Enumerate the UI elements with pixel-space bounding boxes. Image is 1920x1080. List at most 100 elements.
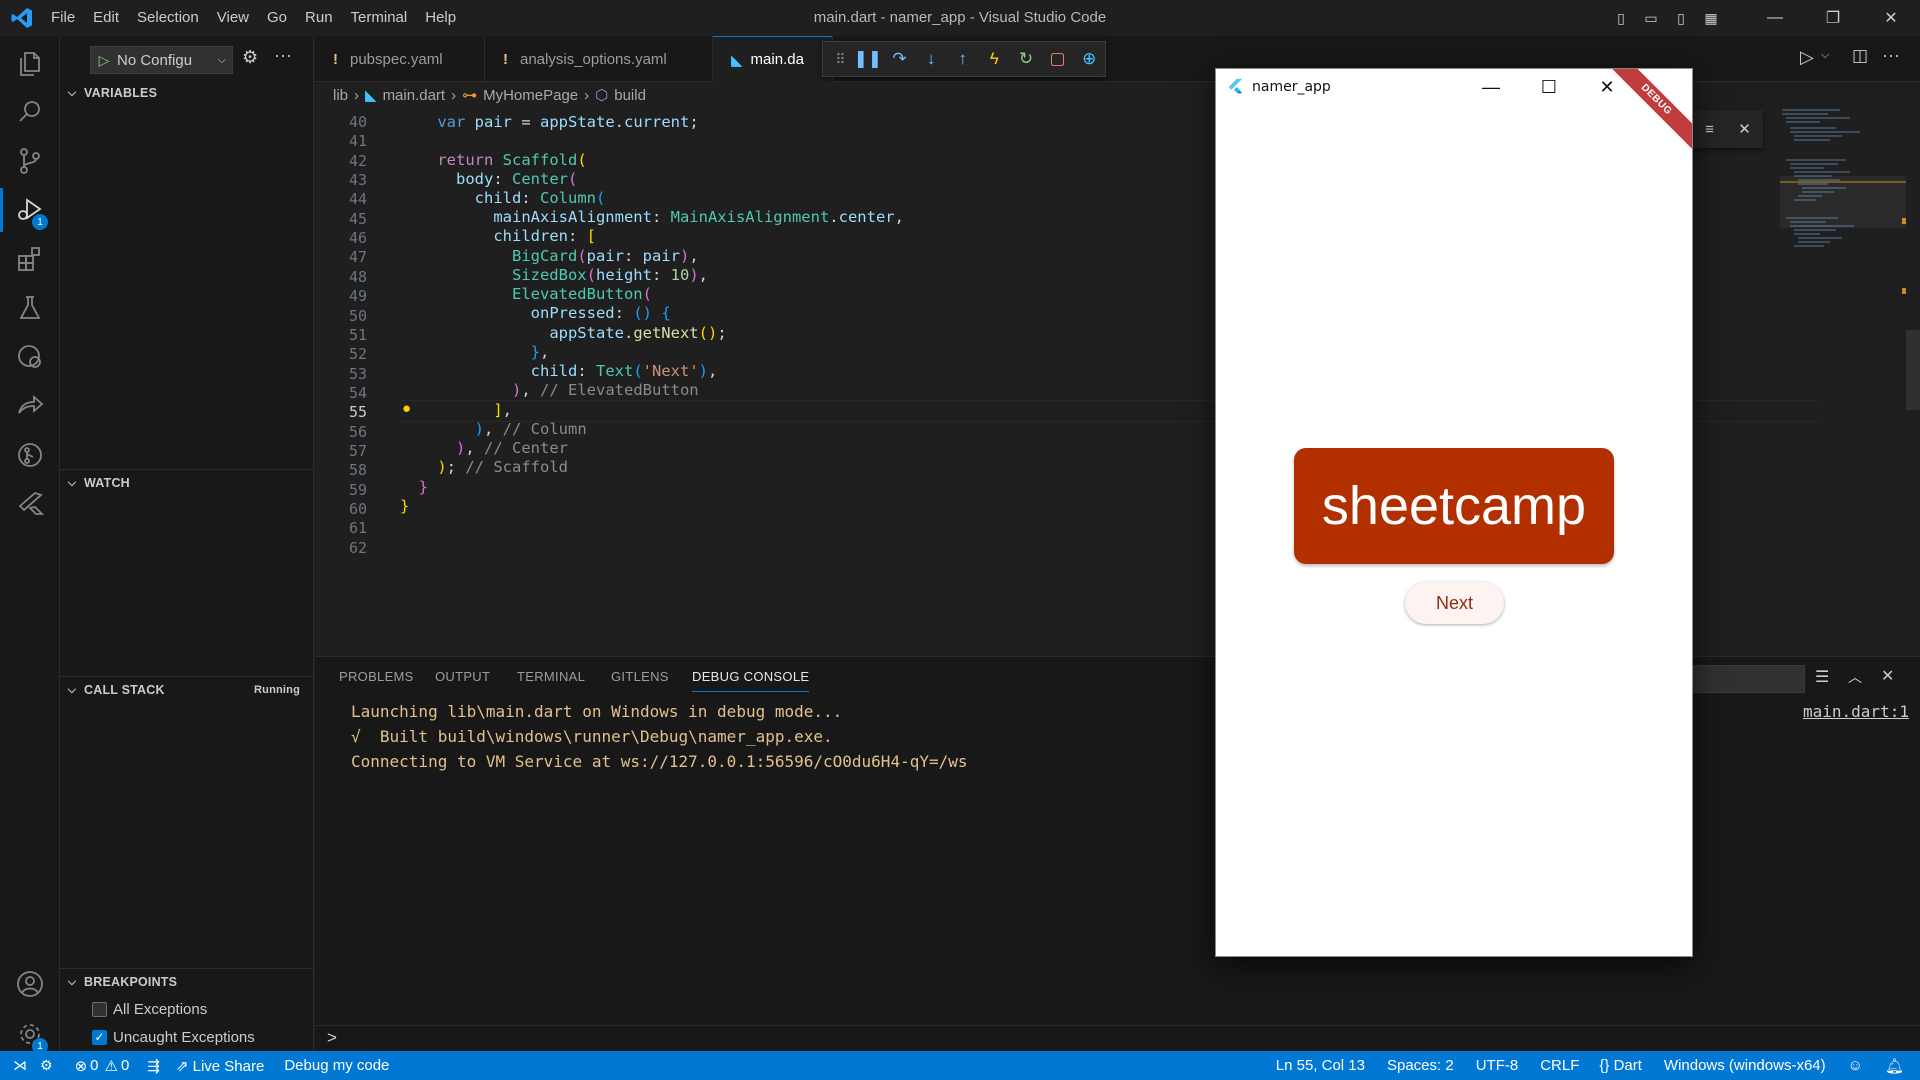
debug-settings-gear-icon[interactable]: ⚙ <box>242 47 258 68</box>
remote-icon[interactable]: ⋊ <box>0 1057 40 1074</box>
dart-file-icon: ◣ <box>731 51 743 69</box>
menu-selection[interactable]: Selection <box>128 0 208 36</box>
breadcrumb-item[interactable]: lib <box>333 87 348 104</box>
restart-icon[interactable]: ↻ <box>1010 49 1042 69</box>
tab-pubspec[interactable]: ! pubspec.yaml <box>315 36 485 82</box>
search-icon[interactable] <box>0 84 60 140</box>
stop-icon[interactable]: ▢ <box>1042 49 1074 69</box>
panel-tab-gitlens[interactable]: GITLENS <box>611 669 669 684</box>
line-ending[interactable]: CRLF <box>1540 1057 1579 1074</box>
toggle-replace-icon[interactable]: ≡ <box>1705 121 1714 138</box>
toggle-panel-icon[interactable]: ▭ <box>1636 3 1666 33</box>
hot-reload-icon[interactable]: ϟ <box>979 49 1011 69</box>
line-number: 57 <box>348 441 367 460</box>
watch-section-header[interactable]: ⌵ WATCH <box>60 472 314 494</box>
line-number: 53 <box>348 364 367 383</box>
console-input[interactable]: > <box>315 1025 1920 1052</box>
close-panel-icon[interactable]: ✕ <box>1881 666 1894 686</box>
chevron-down-icon: ⌵ <box>67 975 77 988</box>
pause-icon[interactable]: ❚❚ <box>852 49 884 69</box>
debug-status-icon[interactable]: ⚙ <box>40 1057 53 1074</box>
flutter-icon[interactable] <box>0 476 60 532</box>
testing-icon[interactable] <box>0 280 60 336</box>
menu-terminal[interactable]: Terminal <box>342 0 417 36</box>
broadcast-icon[interactable]: ⇶ <box>147 1057 160 1075</box>
menu-view[interactable]: View <box>208 0 258 36</box>
indentation[interactable]: Spaces: 2 <box>1387 1057 1454 1074</box>
panel-tab-terminal[interactable]: TERMINAL <box>517 669 585 684</box>
drag-handle-icon[interactable]: ⠿ <box>829 51 852 68</box>
breakpoint-all-exceptions[interactable]: All Exceptions <box>92 998 207 1020</box>
next-button[interactable]: Next <box>1405 582 1504 624</box>
minimize-icon[interactable]: — <box>1746 0 1804 36</box>
close-icon[interactable]: ✕ <box>1862 0 1920 36</box>
live-share-status[interactable]: ⇗ Live Share <box>176 1057 264 1075</box>
account-icon[interactable] <box>0 956 60 1012</box>
chevron-down-icon: ⌵ <box>67 683 77 696</box>
clear-console-icon[interactable]: ☰ <box>1815 667 1829 687</box>
run-config-select[interactable]: ▷ No Configu ⌵ <box>90 46 233 74</box>
panel-tab-debug-console[interactable]: DEBUG CONSOLE <box>692 669 810 692</box>
source-link[interactable]: main.dart:1 <box>1803 702 1909 721</box>
breadcrumb-item[interactable]: MyHomePage <box>483 87 578 104</box>
app-minimize-icon[interactable]: — <box>1462 69 1520 105</box>
step-over-icon[interactable]: ↷ <box>884 49 916 69</box>
menu-help[interactable]: Help <box>416 0 465 36</box>
tab-main-dart[interactable]: ◣ main.da <box>713 36 833 82</box>
source-control-icon[interactable] <box>0 133 60 189</box>
remote-explorer-icon[interactable] <box>0 329 60 385</box>
minimap[interactable] <box>1780 108 1906 408</box>
console-filter-input[interactable] <box>1693 665 1805 693</box>
more-actions-icon[interactable]: ··· <box>274 45 292 66</box>
restore-icon[interactable]: ❐ <box>1804 0 1862 36</box>
chevron-down-icon[interactable]: ⌵ <box>1821 49 1829 62</box>
live-share-icon[interactable] <box>0 378 60 434</box>
cursor-position[interactable]: Ln 55, Col 13 <box>1276 1057 1365 1074</box>
maximize-panel-icon[interactable]: ︿ <box>1848 667 1862 687</box>
more-actions-icon[interactable]: ··· <box>1882 45 1900 66</box>
start-debug-icon[interactable]: ▷ <box>91 52 117 69</box>
tab-analysis-options[interactable]: ! analysis_options.yaml <box>485 36 713 82</box>
extensions-icon[interactable] <box>0 231 60 287</box>
close-find-icon[interactable]: ✕ <box>1738 120 1751 138</box>
status-bar: ⋊ ⚙ ⊗ 0 ⚠ 0 ⇶ ⇗ Live Share Debug my code… <box>0 1051 1920 1080</box>
split-editor-icon[interactable]: ◫ <box>1852 46 1868 66</box>
devtools-icon[interactable]: ⊕ <box>1073 49 1105 69</box>
menu-edit[interactable]: Edit <box>84 0 128 36</box>
encoding[interactable]: UTF-8 <box>1476 1057 1519 1074</box>
panel-tab-problems[interactable]: PROBLEMS <box>339 669 414 684</box>
panel-tab-output[interactable]: OUTPUT <box>435 669 490 684</box>
menu-go[interactable]: Go <box>258 0 296 36</box>
editor-scrollbar[interactable] <box>1906 330 1920 410</box>
checkbox[interactable]: ✓ <box>92 1029 107 1045</box>
run-icon[interactable]: ▷ <box>1800 47 1814 68</box>
breakpoints-section-header[interactable]: ⌵ BREAKPOINTS <box>60 971 314 993</box>
line-number: 46 <box>348 229 367 248</box>
breadcrumb-item[interactable]: build <box>614 87 646 104</box>
app-maximize-icon[interactable]: ☐ <box>1520 69 1578 105</box>
step-into-icon[interactable]: ↓ <box>915 49 947 69</box>
feedback-icon[interactable]: ☺ <box>1848 1057 1863 1074</box>
breakpoint-uncaught-exceptions[interactable]: ✓ Uncaught Exceptions <box>92 1026 255 1048</box>
step-out-icon[interactable]: ↑ <box>947 49 979 69</box>
debug-config-status[interactable]: Debug my code <box>284 1057 389 1074</box>
menu-file[interactable]: File <box>42 0 84 36</box>
customize-layout-icon[interactable]: ▦ <box>1696 3 1726 33</box>
language-mode[interactable]: {} Dart <box>1599 1057 1642 1074</box>
menu-run[interactable]: Run <box>296 0 342 36</box>
gitlens-icon[interactable] <box>0 427 60 483</box>
notifications-bell-icon[interactable]: 🔔︎ <box>1885 1057 1904 1075</box>
breadcrumb-item[interactable]: main.dart <box>383 87 446 104</box>
find-widget: ≡ ✕ <box>1693 110 1763 148</box>
toggle-primary-sidebar-icon[interactable]: ▯ <box>1606 3 1636 33</box>
menu-bar: File Edit Selection View Go Run Terminal… <box>42 0 465 36</box>
variables-section-header[interactable]: ⌵ VARIABLES <box>60 82 314 104</box>
device-selector[interactable]: Windows (windows-x64) <box>1664 1057 1826 1074</box>
problems-indicator[interactable]: ⊗ 0 ⚠ 0 <box>75 1057 130 1075</box>
line-number: 49 <box>348 287 367 306</box>
checkbox[interactable] <box>92 1001 107 1017</box>
toggle-secondary-sidebar-icon[interactable]: ▯ <box>1666 3 1696 33</box>
tab-label: pubspec.yaml <box>350 50 443 68</box>
run-debug-icon[interactable]: 1 <box>0 182 60 238</box>
call-stack-section-header[interactable]: ⌵ CALL STACK Running <box>60 679 314 701</box>
